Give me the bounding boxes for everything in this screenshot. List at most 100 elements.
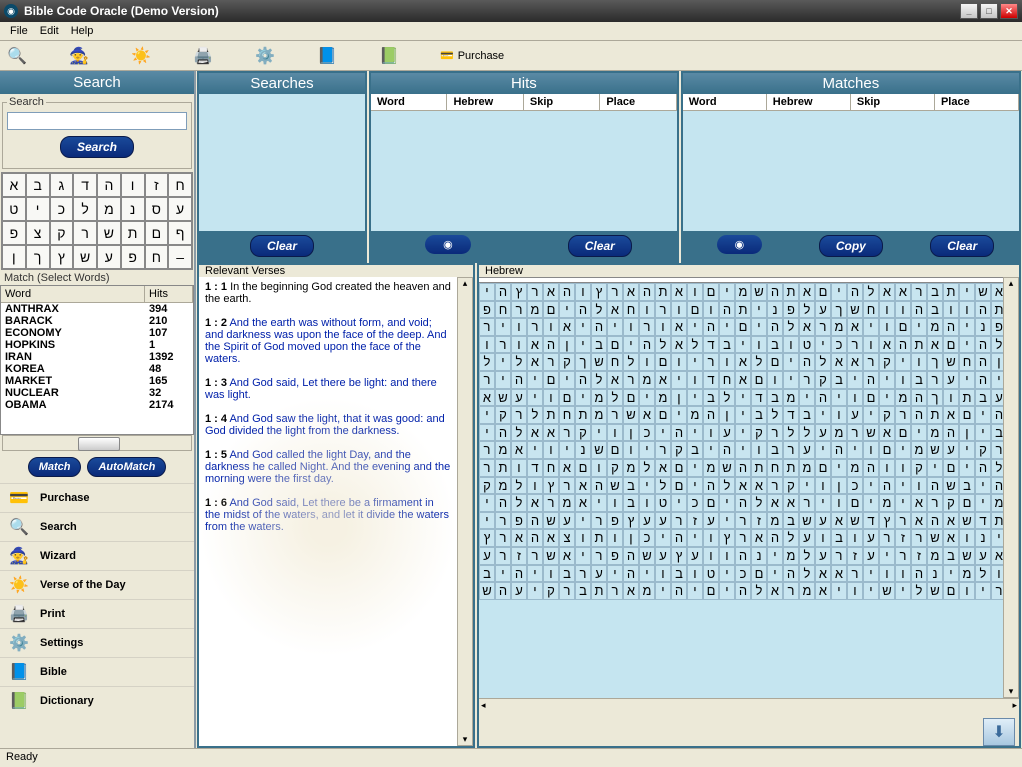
sidebar-item[interactable]: 📘Bible: [0, 657, 194, 686]
matches-col[interactable]: Word: [683, 94, 767, 110]
minimize-button[interactable]: _: [960, 3, 978, 19]
heb-key[interactable]: ך: [26, 245, 50, 269]
verse[interactable]: 1 : 6 And God said, Let there be a firma…: [205, 497, 451, 533]
verses-scrollbar[interactable]: [457, 277, 473, 746]
verse-tool-icon[interactable]: ☀️: [130, 45, 152, 67]
automatch-button[interactable]: AutoMatch: [87, 457, 166, 477]
heb-key[interactable]: פ: [121, 245, 145, 269]
heb-key[interactable]: –: [168, 245, 192, 269]
heb-key[interactable]: ט: [2, 197, 26, 221]
heb-key[interactable]: י: [26, 197, 50, 221]
heb-key[interactable]: ח: [145, 245, 169, 269]
verses-body[interactable]: 1 : 1 In the beginning God created the h…: [199, 277, 457, 746]
maximize-button[interactable]: □: [980, 3, 998, 19]
word-row[interactable]: KOREA48: [1, 363, 193, 375]
menu-help[interactable]: Help: [65, 23, 100, 39]
word-row[interactable]: HOPKINS1: [1, 339, 193, 351]
matches-col[interactable]: Skip: [851, 94, 935, 110]
hebrew-hscrollbar[interactable]: [479, 699, 1019, 714]
hits-eye-button[interactable]: ◉: [425, 235, 471, 254]
purchase-tool[interactable]: 💳 Purchase: [440, 49, 504, 62]
heb-key[interactable]: ק: [50, 221, 74, 245]
search-tool-icon[interactable]: 🔍: [6, 45, 28, 67]
heb-key[interactable]: ם: [145, 221, 169, 245]
heb-key[interactable]: נ: [121, 197, 145, 221]
word-row[interactable]: ECONOMY107: [1, 327, 193, 339]
heb-key[interactable]: ר: [73, 221, 97, 245]
heb-key[interactable]: ע: [168, 197, 192, 221]
matches-eye-button[interactable]: ◉: [717, 235, 763, 254]
heb-key[interactable]: א: [2, 173, 26, 197]
sidebar-item[interactable]: 💳Purchase: [0, 483, 194, 512]
verse[interactable]: 1 : 5 And God called the light Day, and …: [205, 449, 451, 485]
search-button[interactable]: Search: [60, 136, 134, 158]
heb-key[interactable]: ע: [97, 245, 121, 269]
heb-key[interactable]: מ: [97, 197, 121, 221]
matches-col[interactable]: Place: [935, 94, 1019, 110]
hits-body[interactable]: [371, 111, 677, 231]
col-hits[interactable]: Hits: [145, 286, 193, 302]
sidebar-item[interactable]: 🔍Search: [0, 512, 194, 541]
hebrew-grid[interactable]: יהץראהוץראהתאוםימשהתאםיהלאארבתישארבפחרמם…: [479, 277, 1003, 698]
searches-clear-button[interactable]: Clear: [250, 235, 314, 257]
word-table[interactable]: Word Hits ANTHRAX394BARACK210ECONOMY107H…: [0, 285, 194, 435]
word-row[interactable]: IRAN1392: [1, 351, 193, 363]
heb-key[interactable]: ו: [121, 173, 145, 197]
heb-key[interactable]: ץ: [50, 245, 74, 269]
menu-edit[interactable]: Edit: [34, 23, 65, 39]
heb-key[interactable]: ת: [121, 221, 145, 245]
settings-tool-icon[interactable]: ⚙️: [254, 45, 276, 67]
heb-key[interactable]: ג: [50, 173, 74, 197]
word-row[interactable]: OBAMA2174: [1, 399, 193, 411]
wizard-tool-icon[interactable]: 🧙: [68, 45, 90, 67]
heb-key[interactable]: צ: [26, 221, 50, 245]
heb-key[interactable]: ף: [168, 221, 192, 245]
match-button[interactable]: Match: [28, 457, 82, 477]
verse[interactable]: 1 : 2 And the earth was without form, an…: [205, 317, 451, 365]
heb-key[interactable]: כ: [50, 197, 74, 221]
heb-key[interactable]: ל: [73, 197, 97, 221]
bible-tool-icon[interactable]: 📘: [316, 45, 338, 67]
heb-key[interactable]: ש: [73, 245, 97, 269]
close-button[interactable]: ✕: [1000, 3, 1018, 19]
print-tool-icon[interactable]: 🖨️: [192, 45, 214, 67]
hebrew-vscrollbar[interactable]: [1003, 277, 1019, 698]
sidebar-item[interactable]: ☀️Verse of the Day: [0, 570, 194, 599]
sidebar-item[interactable]: 🖨️Print: [0, 599, 194, 628]
word-row[interactable]: MARKET165: [1, 375, 193, 387]
heb-key[interactable]: ש: [97, 221, 121, 245]
hits-col[interactable]: Word: [371, 94, 447, 110]
heb-key[interactable]: ן: [2, 245, 26, 269]
sidebar-item[interactable]: 🧙Wizard: [0, 541, 194, 570]
hits-col[interactable]: Place: [600, 94, 676, 110]
word-table-hscroll[interactable]: [2, 435, 192, 451]
menu-file[interactable]: File: [4, 23, 34, 39]
word-row[interactable]: NUCLEAR32: [1, 387, 193, 399]
matches-clear-button[interactable]: Clear: [930, 235, 994, 257]
heb-key[interactable]: ב: [26, 173, 50, 197]
col-word[interactable]: Word: [1, 286, 145, 302]
heb-key[interactable]: ד: [73, 173, 97, 197]
heb-key[interactable]: ס: [145, 197, 169, 221]
matches-col[interactable]: Hebrew: [767, 94, 851, 110]
heb-key[interactable]: פ: [2, 221, 26, 245]
heb-key[interactable]: ה: [97, 173, 121, 197]
word-row[interactable]: BARACK210: [1, 315, 193, 327]
searches-body[interactable]: [199, 94, 365, 231]
hits-col[interactable]: Skip: [524, 94, 600, 110]
heb-key[interactable]: ח: [168, 173, 192, 197]
sidebar-item[interactable]: 📗Dictionary: [0, 686, 194, 715]
search-input[interactable]: [7, 112, 187, 130]
verse[interactable]: 1 : 3 And God said, Let there be light: …: [205, 377, 451, 401]
matches-copy-button[interactable]: Copy: [819, 235, 883, 257]
hits-col[interactable]: Hebrew: [447, 94, 523, 110]
hebrew-down-button[interactable]: ⬇: [983, 718, 1015, 746]
hits-clear-button[interactable]: Clear: [568, 235, 632, 257]
verse[interactable]: 1 : 1 In the beginning God created the h…: [205, 281, 451, 305]
verse[interactable]: 1 : 4 And God saw the light, that it was…: [205, 413, 451, 437]
matches-body[interactable]: [683, 111, 1019, 231]
heb-key[interactable]: ז: [145, 173, 169, 197]
sidebar-item[interactable]: ⚙️Settings: [0, 628, 194, 657]
dictionary-tool-icon[interactable]: 📗: [378, 45, 400, 67]
word-row[interactable]: ANTHRAX394: [1, 303, 193, 315]
